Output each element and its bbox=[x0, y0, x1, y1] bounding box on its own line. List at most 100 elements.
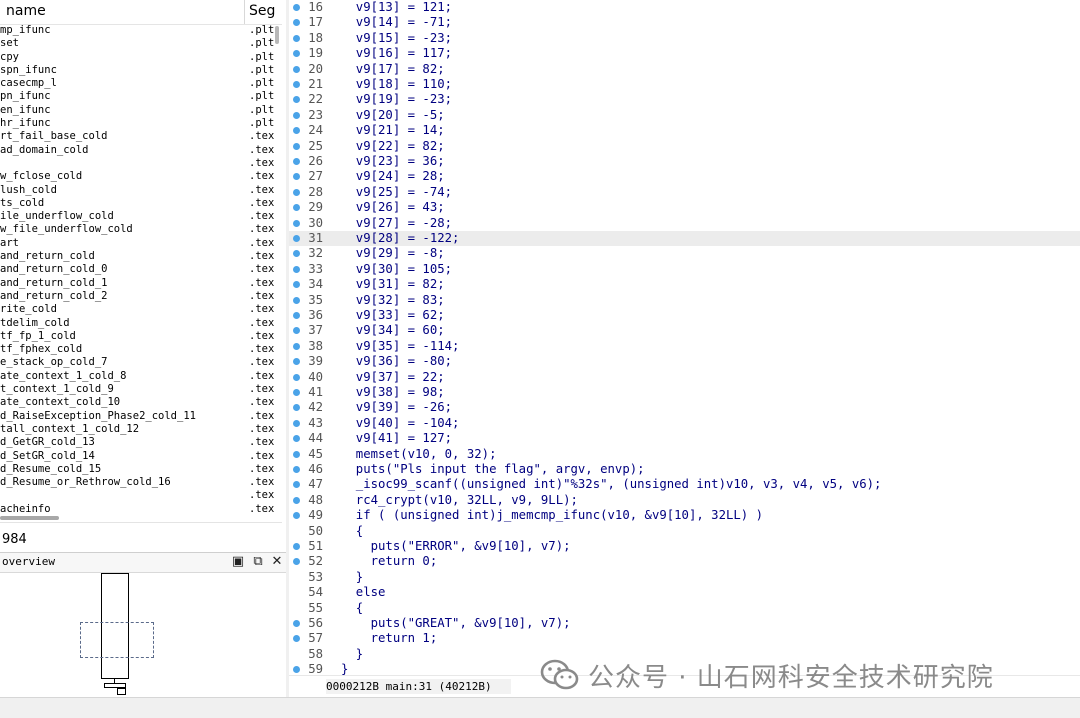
code-line[interactable]: 27 v9[24] = 28; bbox=[289, 169, 1080, 184]
functions-vertical-scrollbar[interactable] bbox=[275, 26, 279, 44]
function-row[interactable]: ad_domain_cold .tex bbox=[0, 144, 276, 157]
function-row[interactable]: cpy .plt bbox=[0, 51, 276, 64]
overview-viewport-rect[interactable] bbox=[80, 622, 154, 658]
function-row[interactable]: set .plt bbox=[0, 37, 276, 50]
code-line[interactable]: 40 v9[37] = 22; bbox=[289, 370, 1080, 385]
code-line[interactable]: 55 { bbox=[289, 601, 1080, 616]
breakpoint-dot-icon[interactable] bbox=[293, 158, 300, 165]
code-line[interactable]: 24 v9[21] = 14; bbox=[289, 123, 1080, 138]
breakpoint-dot-icon[interactable] bbox=[293, 327, 300, 335]
function-row[interactable]: tdelim_cold .tex bbox=[0, 317, 276, 330]
breakpoint-dot-icon[interactable] bbox=[293, 543, 300, 550]
breakpoint-dot-icon[interactable] bbox=[293, 81, 300, 88]
code-line[interactable]: 45 memset(v10, 0, 32); bbox=[289, 447, 1080, 462]
breakpoint-dot-icon[interactable] bbox=[293, 558, 300, 566]
float-window-icon[interactable]: ▣ bbox=[231, 555, 245, 569]
breakpoint-dot-icon[interactable] bbox=[293, 496, 300, 504]
function-row[interactable]: acheinfo .tex bbox=[0, 503, 276, 516]
overview-canvas[interactable] bbox=[0, 573, 286, 698]
code-line[interactable]: 39 v9[36] = -80; bbox=[289, 354, 1080, 369]
column-separator[interactable] bbox=[244, 0, 245, 24]
function-row[interactable]: e_stack_op_cold_7 .tex bbox=[0, 356, 276, 369]
column-header-name[interactable]: name bbox=[6, 3, 46, 19]
function-row[interactable]: t_context_1_cold_9 .tex bbox=[0, 383, 276, 396]
code-line[interactable]: 48 rc4_crypt(v10, 32LL, v9, 9LL); bbox=[289, 493, 1080, 508]
code-line[interactable]: 53 } bbox=[289, 570, 1080, 585]
function-row[interactable]: tall_context_1_cold_12 .tex bbox=[0, 423, 276, 436]
breakpoint-dot-icon[interactable] bbox=[293, 635, 300, 643]
column-header-segment[interactable]: Seg bbox=[249, 3, 275, 19]
breakpoint-dot-icon[interactable] bbox=[293, 34, 300, 42]
breakpoint-dot-icon[interactable] bbox=[293, 235, 300, 242]
function-row[interactable]: w_file_underflow_cold .tex bbox=[0, 223, 276, 236]
breakpoint-dot-icon[interactable] bbox=[293, 404, 300, 412]
function-row[interactable]: mp_ifunc .plt bbox=[0, 24, 276, 37]
code-line[interactable]: 35 v9[32] = 83; bbox=[289, 293, 1080, 308]
function-row[interactable]: and_return_cold_1 .tex bbox=[0, 277, 276, 290]
function-row[interactable]: ate_context_1_cold_8 .tex bbox=[0, 370, 276, 383]
code-line-current[interactable]: 31 v9[28] = -122; bbox=[289, 231, 1080, 247]
breakpoint-dot-icon[interactable] bbox=[293, 358, 300, 366]
functions-horizontal-scrollbar[interactable] bbox=[0, 516, 59, 520]
breakpoint-dot-icon[interactable] bbox=[293, 96, 300, 104]
function-row[interactable]: en_ifunc .plt bbox=[0, 104, 276, 117]
code-line[interactable]: 38 v9[35] = -114; bbox=[289, 339, 1080, 354]
code-line[interactable]: 42 v9[39] = -26; bbox=[289, 400, 1080, 415]
breakpoint-dot-icon[interactable] bbox=[293, 4, 300, 11]
breakpoint-dot-icon[interactable] bbox=[293, 466, 300, 473]
breakpoint-dot-icon[interactable] bbox=[293, 296, 300, 304]
function-row[interactable]: and_return_cold_2 .tex bbox=[0, 290, 276, 303]
code-line[interactable]: 23 v9[20] = -5; bbox=[289, 108, 1080, 123]
breakpoint-dot-icon[interactable] bbox=[293, 281, 300, 289]
breakpoint-dot-icon[interactable] bbox=[293, 111, 300, 119]
function-row[interactable]: .tex bbox=[0, 157, 276, 170]
code-line[interactable]: 34 v9[31] = 82; bbox=[289, 277, 1080, 292]
code-line[interactable]: 33 v9[30] = 105; bbox=[289, 262, 1080, 277]
code-line[interactable]: 28 v9[25] = -74; bbox=[289, 185, 1080, 200]
code-line[interactable]: 50 { bbox=[289, 524, 1080, 539]
function-row[interactable]: d_GetGR_cold_13 .tex bbox=[0, 436, 276, 449]
function-row[interactable]: and_return_cold_0 .tex bbox=[0, 263, 276, 276]
function-row[interactable]: w_fclose_cold .tex bbox=[0, 170, 276, 183]
code-line[interactable]: 37 v9[34] = 60; bbox=[289, 323, 1080, 338]
breakpoint-dot-icon[interactable] bbox=[293, 127, 300, 135]
code-line[interactable]: 17 v9[14] = -71; bbox=[289, 15, 1080, 30]
function-row[interactable]: ate_context_cold_10 .tex bbox=[0, 396, 276, 409]
function-row[interactable]: pn_ifunc .plt bbox=[0, 90, 276, 103]
code-line[interactable]: 36 v9[33] = 62; bbox=[289, 308, 1080, 323]
breakpoint-dot-icon[interactable] bbox=[293, 620, 300, 627]
code-line[interactable]: 26 v9[23] = 36; bbox=[289, 154, 1080, 169]
code-line[interactable]: 29 v9[26] = 43; bbox=[289, 200, 1080, 215]
code-line[interactable]: 41 v9[38] = 98; bbox=[289, 385, 1080, 400]
code-line[interactable]: 56 puts("GREAT", &v9[10], v7); bbox=[289, 616, 1080, 631]
function-row[interactable]: d_Resume_cold_15 .tex bbox=[0, 463, 276, 476]
function-row[interactable]: spn_ifunc .plt bbox=[0, 64, 276, 77]
function-row[interactable]: casecmp_l .plt bbox=[0, 77, 276, 90]
breakpoint-dot-icon[interactable] bbox=[293, 435, 300, 443]
code-line[interactable]: 54 else bbox=[289, 585, 1080, 600]
breakpoint-dot-icon[interactable] bbox=[293, 666, 300, 674]
code-line[interactable]: 51 puts("ERROR", &v9[10], v7); bbox=[289, 539, 1080, 554]
function-row[interactable]: rt_fail_base_cold .tex bbox=[0, 130, 276, 143]
breakpoint-dot-icon[interactable] bbox=[293, 512, 300, 520]
function-row[interactable]: d_RaiseException_Phase2_cold_11 .tex bbox=[0, 410, 276, 423]
breakpoint-dot-icon[interactable] bbox=[293, 481, 300, 489]
code-line[interactable]: 18 v9[15] = -23; bbox=[289, 31, 1080, 46]
code-line[interactable]: 52 return 0; bbox=[289, 554, 1080, 569]
code-line[interactable]: 46 puts("Pls input the flag", argv, envp… bbox=[289, 462, 1080, 477]
function-row[interactable]: d_Resume_or_Rethrow_cold_16 .tex bbox=[0, 476, 276, 489]
function-row[interactable]: tf_fphex_cold .tex bbox=[0, 343, 276, 356]
breakpoint-dot-icon[interactable] bbox=[293, 312, 300, 319]
code-line[interactable]: 25 v9[22] = 82; bbox=[289, 139, 1080, 154]
code-line[interactable]: 21 v9[18] = 110; bbox=[289, 77, 1080, 92]
breakpoint-dot-icon[interactable] bbox=[293, 342, 300, 350]
function-row[interactable]: lush_cold .tex bbox=[0, 184, 276, 197]
breakpoint-dot-icon[interactable] bbox=[293, 450, 300, 458]
pseudocode-view[interactable]: 16 v9[13] = 121; 17 v9[14] = -71; 18 v9[15… bbox=[289, 0, 1080, 697]
breakpoint-dot-icon[interactable] bbox=[293, 373, 300, 381]
breakpoint-dot-icon[interactable] bbox=[293, 19, 300, 27]
breakpoint-dot-icon[interactable] bbox=[293, 142, 300, 150]
function-row[interactable]: tf_fp_1_cold .tex bbox=[0, 330, 276, 343]
function-row[interactable]: art .tex bbox=[0, 237, 276, 250]
code-line[interactable]: 57 return 1; bbox=[289, 631, 1080, 646]
